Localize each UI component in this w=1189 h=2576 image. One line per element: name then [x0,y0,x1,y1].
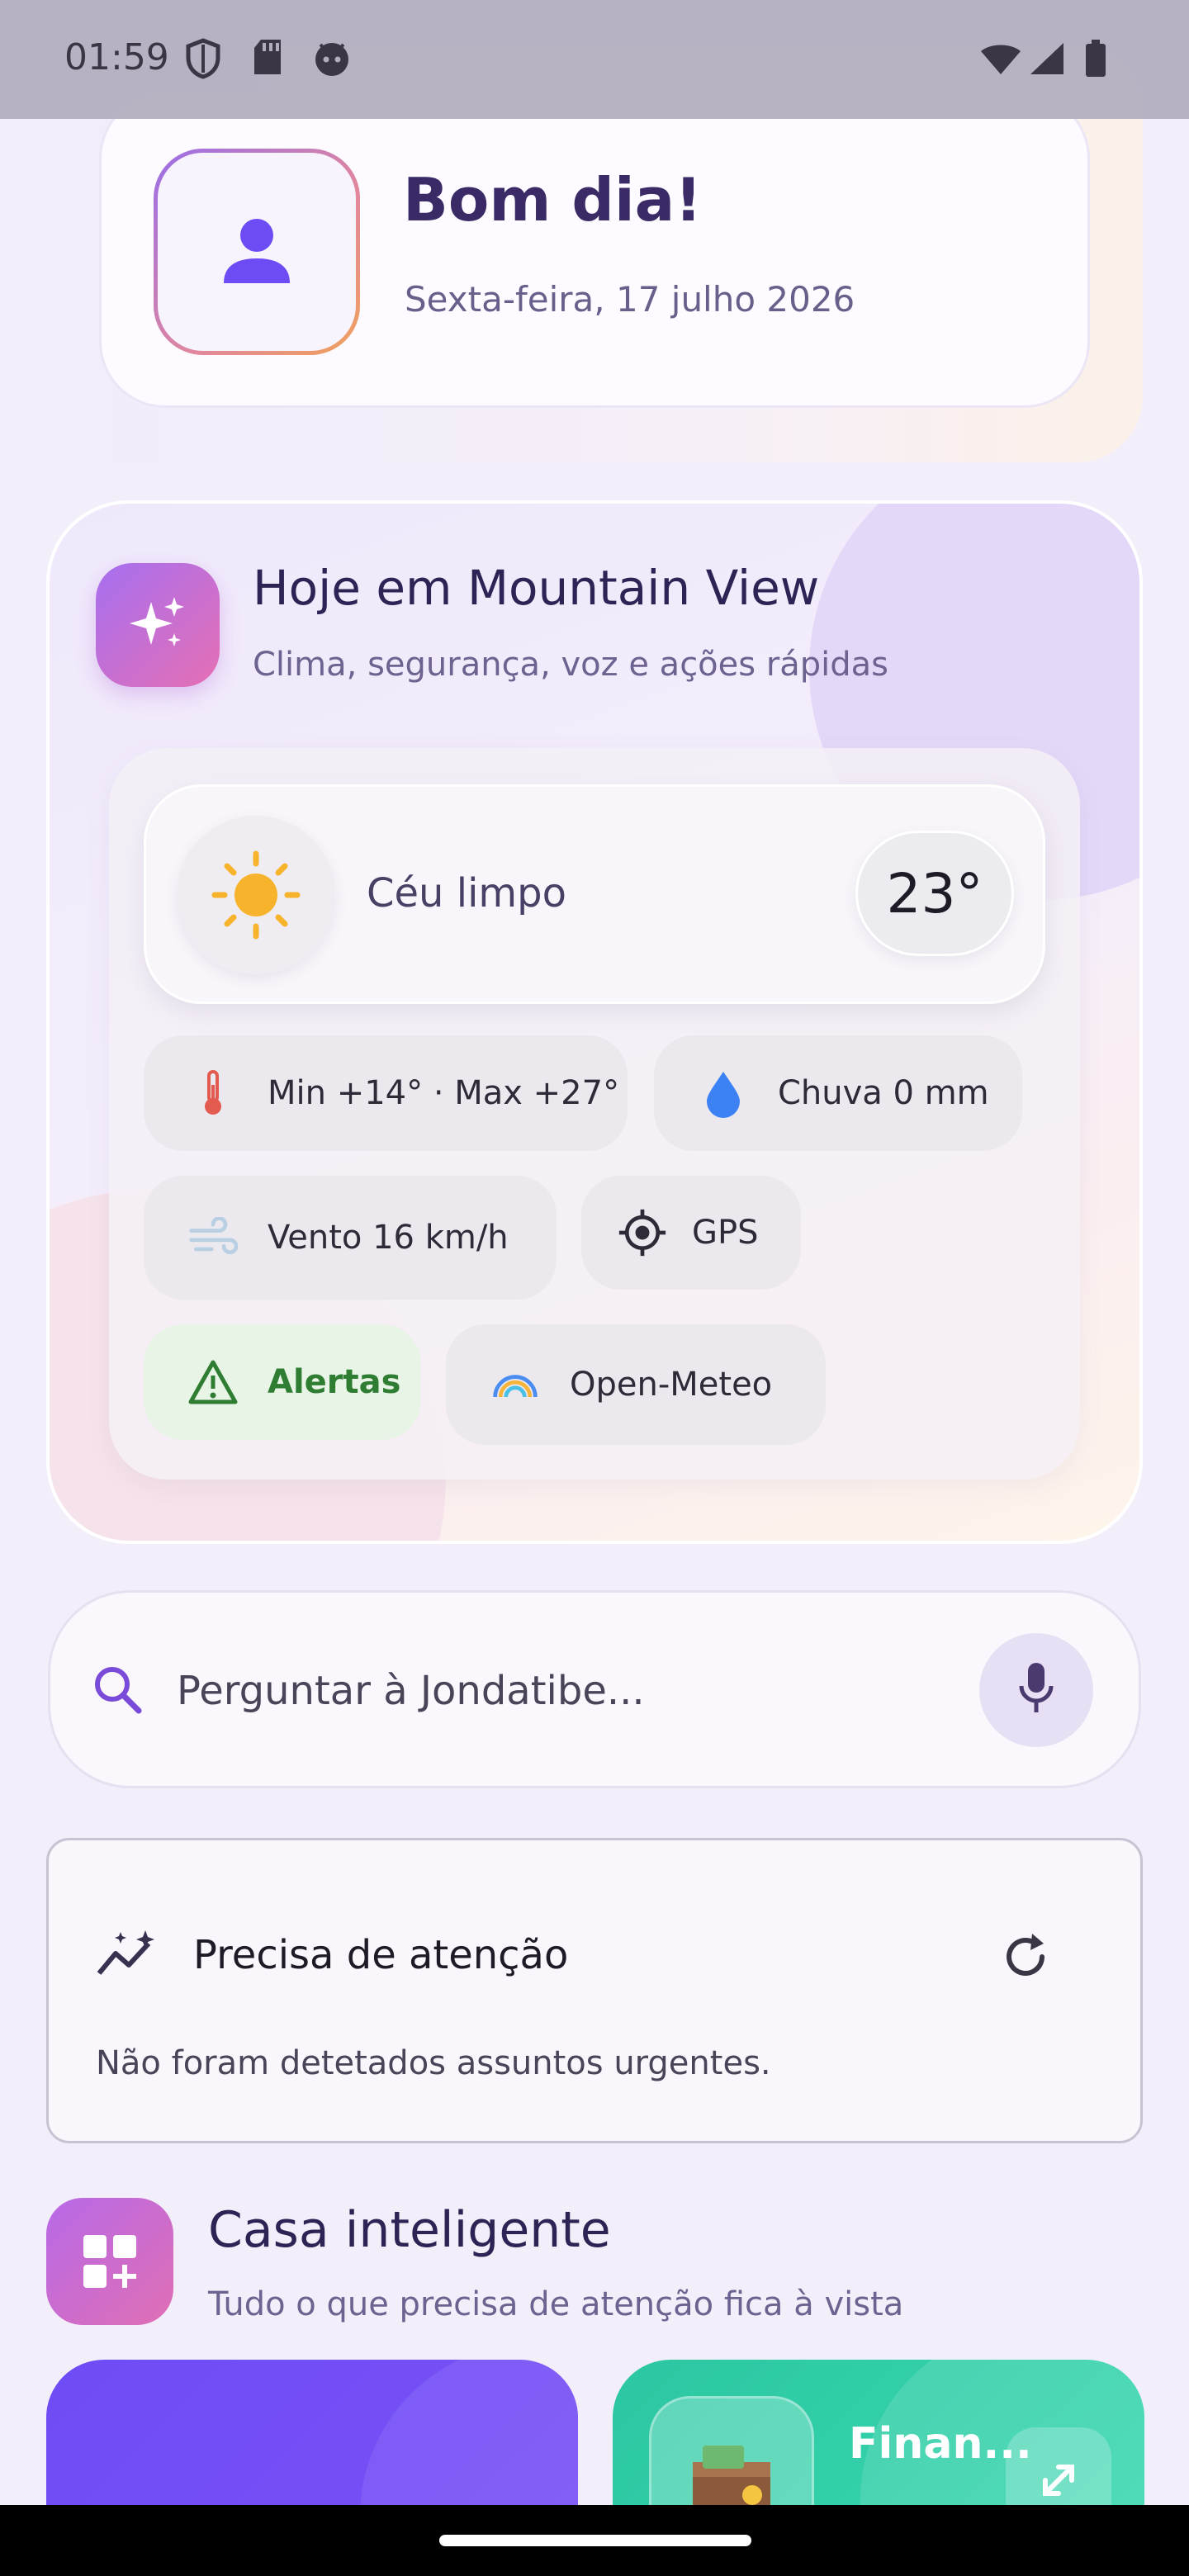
smart-home-subtitle: Tudo o que precisa de atenção fica à vis… [208,2285,904,2323]
greeting-date: Sexta-feira, 17 julho 2026 [405,279,855,320]
finance-tile-label: Finan... [849,2419,1032,2469]
smart-home-title: Casa inteligente [208,2201,611,2259]
shield-icon [185,38,221,83]
sd-card-icon [251,38,284,79]
avatar[interactable] [154,149,360,355]
wind-chip[interactable]: Vento 16 km/h [144,1176,557,1300]
wifi-icon [979,41,1022,79]
mic-button[interactable] [979,1633,1093,1747]
rain-label: Chuva 0 mm [778,1074,989,1112]
attention-card [46,1838,1143,2143]
temperature-badge: 23° [855,831,1014,956]
attention-title: Precisa de atenção [193,1932,569,1978]
status-time: 01:59 [64,36,169,78]
source-label: Open-Meteo [570,1366,773,1404]
battery-icon [1085,40,1106,81]
refresh-icon[interactable] [997,1929,1054,1985]
today-title: Hoje em Mountain View [253,560,820,616]
alerts-chip[interactable]: Alertas [144,1324,421,1440]
attention-message: Não foram detetados assuntos urgentes. [96,2044,771,2082]
wind-label: Vento 16 km/h [268,1219,509,1257]
minmax-label: Min +14° · Max +27° [268,1074,620,1112]
greeting-title: Bom dia! [403,165,703,234]
gps-label: GPS [692,1214,759,1252]
rainbow-icon [490,1360,540,1409]
status-bar: 01:59 [0,0,1189,119]
sun-icon [177,816,335,974]
raindrop-icon [699,1068,748,1118]
gps-target-icon [618,1208,667,1257]
wind-icon [188,1213,238,1262]
warning-icon [188,1357,238,1407]
search-icon[interactable] [91,1663,144,1719]
minmax-chip[interactable]: Min +14° · Max +27° [144,1035,628,1151]
thermometer-icon [188,1068,238,1118]
insights-icon [96,1929,162,1985]
source-chip[interactable]: Open-Meteo [446,1324,826,1445]
mic-icon [1016,1660,1057,1721]
person-icon [217,211,296,293]
signal-icon [1029,41,1065,79]
rain-chip[interactable]: Chuva 0 mm [654,1035,1022,1151]
weather-condition: Céu limpo [367,870,566,916]
android-face-icon [312,38,352,81]
sparkles-icon [96,563,220,687]
gps-chip[interactable]: GPS [581,1176,801,1290]
search-input[interactable] [177,1658,920,1724]
home-gesture-handle[interactable] [439,2535,751,2546]
dashboard-add-icon [46,2198,173,2325]
today-subtitle: Clima, segurança, voz e ações rápidas [253,646,889,684]
alerts-label: Alertas [268,1363,401,1401]
